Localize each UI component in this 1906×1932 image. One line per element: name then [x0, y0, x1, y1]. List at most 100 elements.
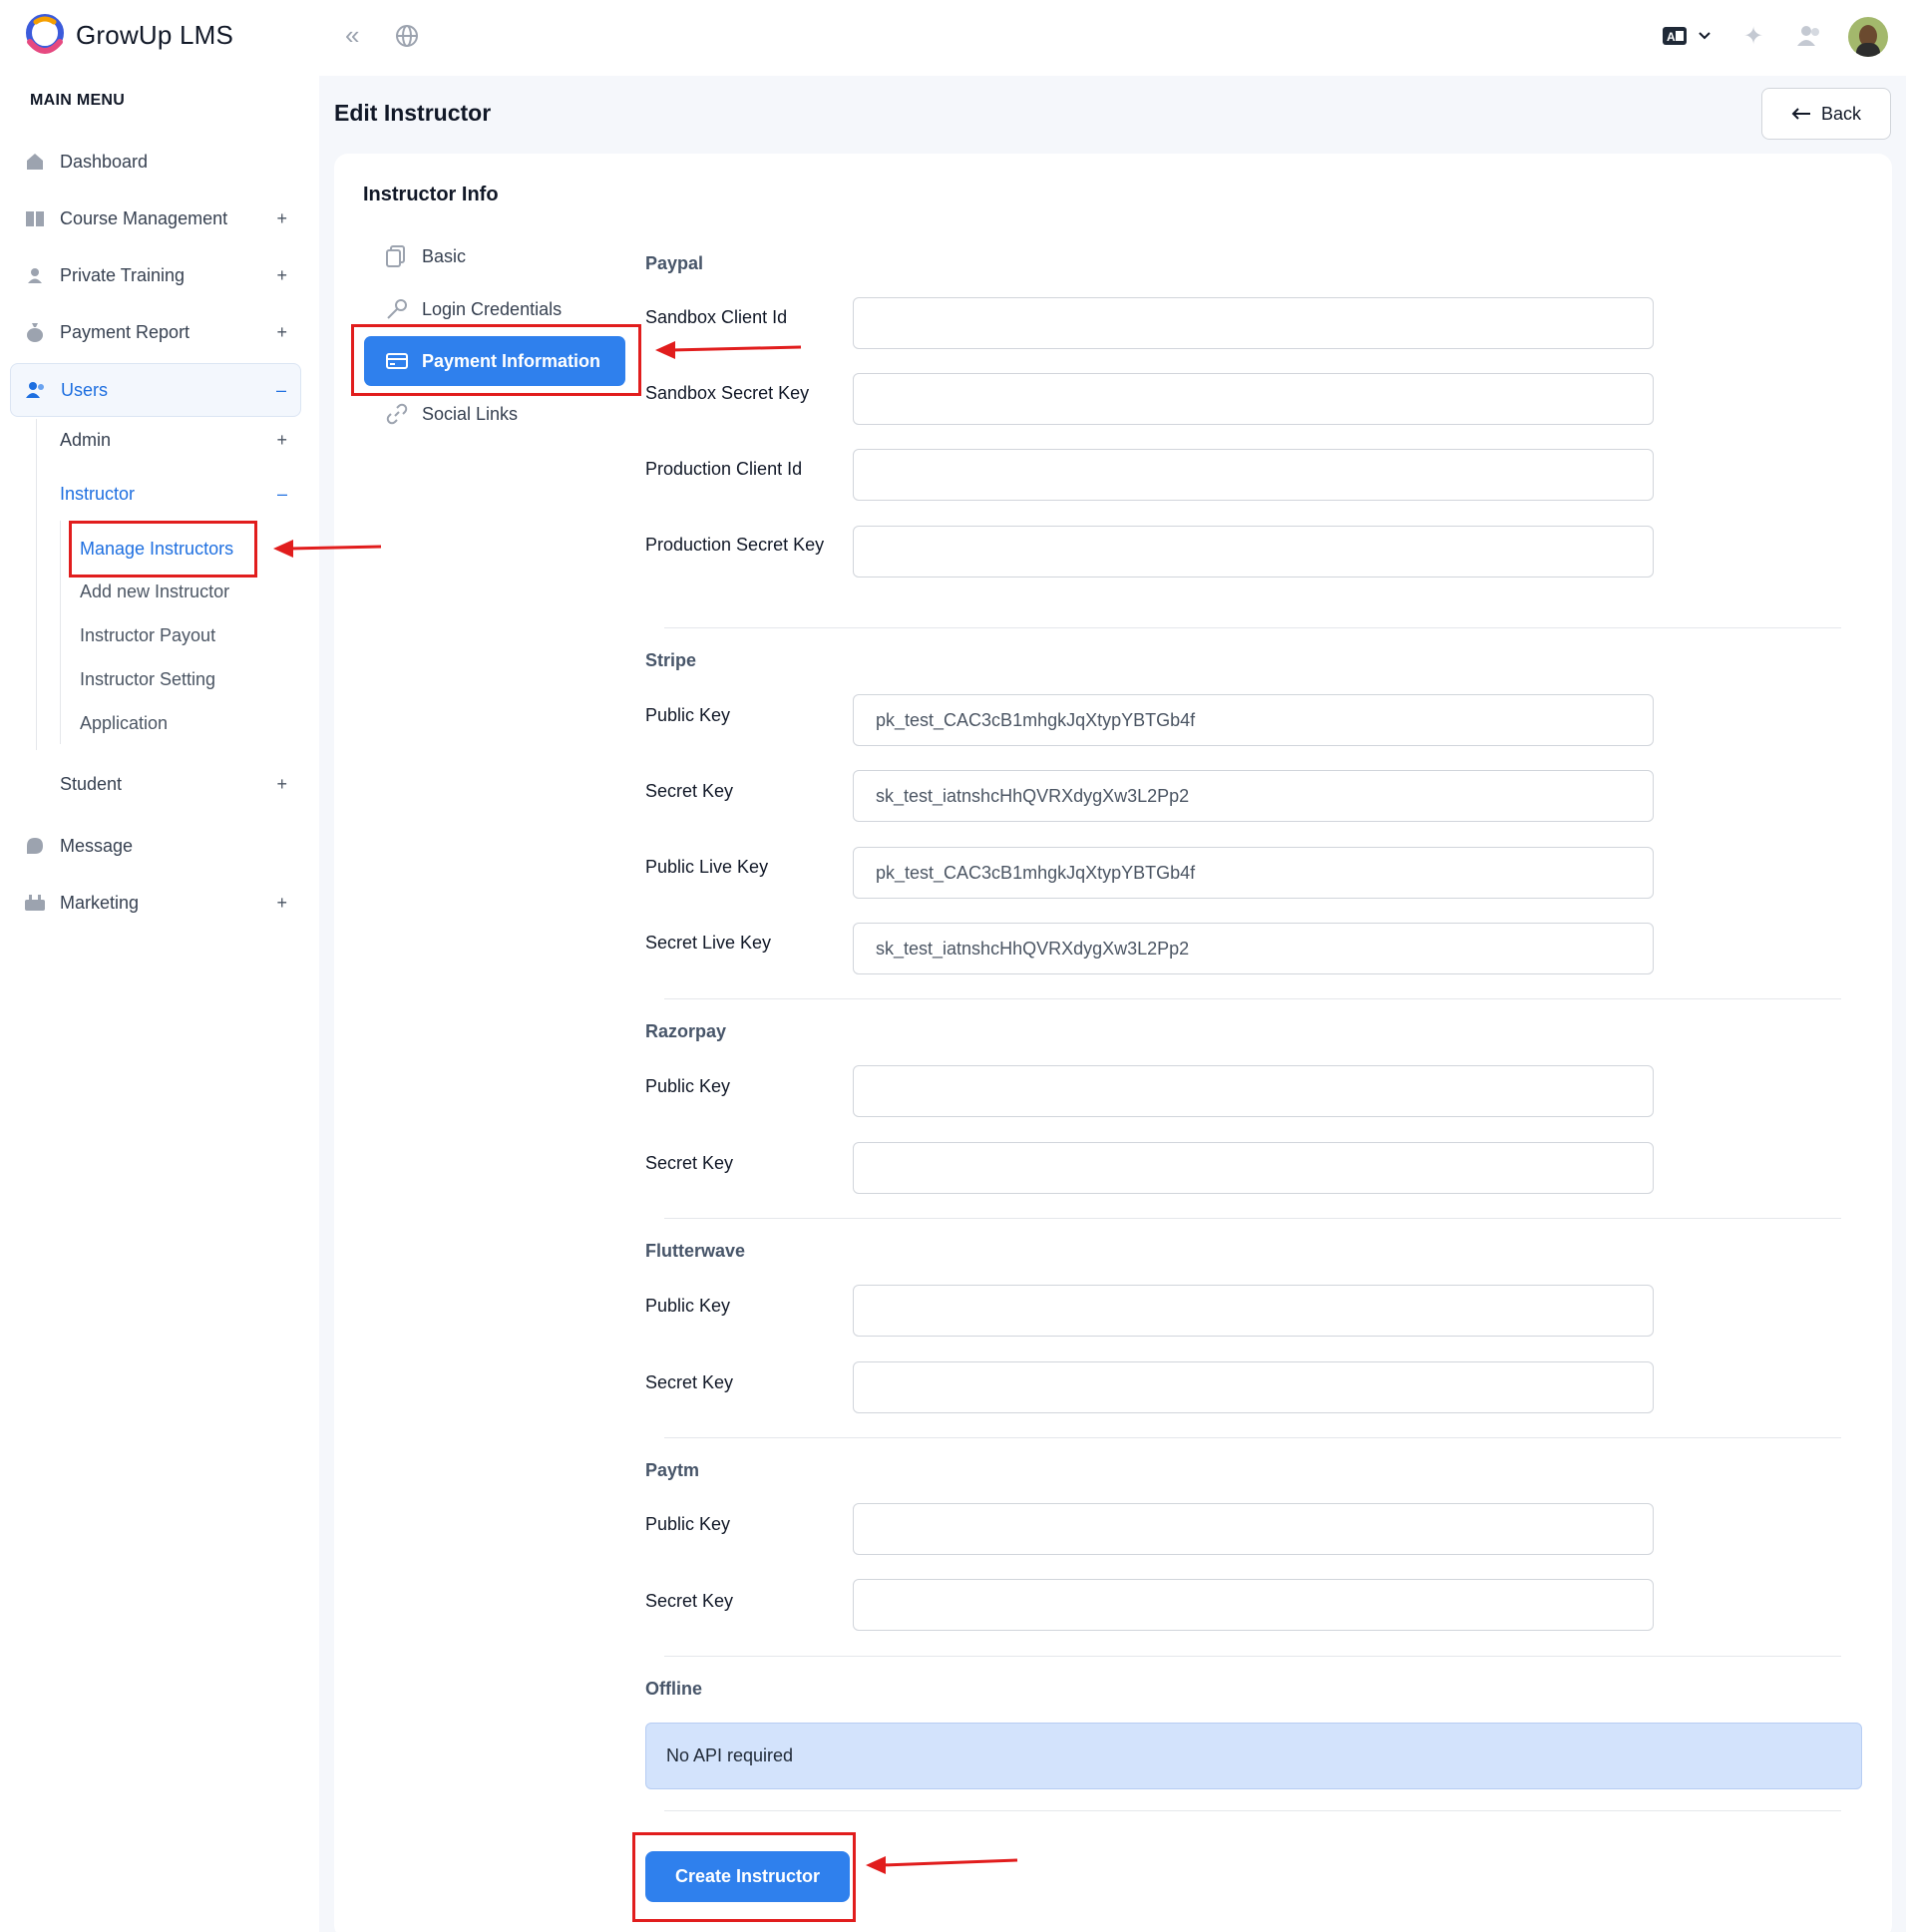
sidebar-subitem-instructor[interactable]: Instructor – — [60, 484, 299, 505]
message-icon — [24, 835, 46, 857]
logo-icon — [26, 14, 64, 54]
section-divider — [664, 998, 1841, 999]
expand-icon[interactable]: + — [276, 265, 287, 286]
sidebar-item-label: Message — [60, 835, 134, 856]
sidebar-item-marketing[interactable]: Marketing + — [10, 876, 301, 930]
collapse-sidebar-icon[interactable]: « — [345, 22, 359, 48]
expand-icon[interactable]: + — [276, 893, 287, 914]
card-title: Instructor Info — [363, 184, 499, 205]
main-menu-title: MAIN MENU — [30, 92, 126, 109]
app-name: GrowUp LMS — [76, 19, 234, 50]
razorpay-public-key-input[interactable] — [853, 1065, 1654, 1117]
money-bag-icon — [24, 321, 46, 343]
paypal-production-secret-key-input[interactable] — [853, 526, 1654, 578]
section-title-flutterwave: Flutterwave — [645, 1241, 746, 1261]
expand-icon[interactable]: + — [276, 322, 287, 343]
globe-icon[interactable] — [395, 24, 419, 48]
field-label: Sandbox Secret Key — [645, 383, 810, 403]
arrow-left-icon — [1791, 108, 1810, 120]
back-button-label: Back — [1820, 103, 1862, 124]
book-icon — [24, 207, 46, 229]
paypal-production-client-id-input[interactable] — [853, 449, 1654, 501]
sidebar-link-add-new-instructor[interactable]: Add new Instructor — [80, 581, 229, 602]
language-switcher[interactable]: A — [1662, 26, 1712, 46]
paypal-sandbox-client-id-input[interactable] — [853, 297, 1654, 349]
offline-info-alert: No API required — [645, 1723, 1862, 1789]
tab-social-links[interactable]: Social Links — [364, 389, 625, 439]
field-label: Secret Live Key — [645, 933, 772, 953]
sidebar-item-label: Private Training — [60, 264, 186, 285]
red-arrow-icon — [866, 1856, 1018, 1874]
svg-text:A: A — [1667, 30, 1676, 44]
sidebar-item-private-training[interactable]: Private Training + — [10, 248, 301, 302]
expand-icon[interactable]: + — [276, 774, 287, 795]
translate-icon: A — [1663, 27, 1687, 45]
stripe-public-live-key-input[interactable] — [853, 847, 1654, 899]
field-label: Secret Key — [645, 781, 734, 801]
sparkle-icon[interactable]: ✦ — [1743, 22, 1763, 51]
field-label: Public Key — [645, 1296, 731, 1316]
collapse-icon[interactable]: – — [276, 380, 286, 401]
field-label: Public Key — [645, 705, 731, 725]
sidebar-item-message[interactable]: Message — [10, 819, 301, 873]
section-title-razorpay: Razorpay — [645, 1021, 727, 1041]
stripe-public-key-input[interactable] — [853, 694, 1654, 746]
user-group-icon[interactable] — [1795, 24, 1823, 48]
sidebar-item-label: Users — [61, 379, 109, 400]
sidebar-subitem-admin[interactable]: Admin + — [60, 430, 299, 451]
tab-basic[interactable]: Basic — [364, 231, 625, 281]
link-icon — [386, 403, 410, 425]
highlight-box-payment-tab — [351, 324, 641, 396]
field-label: Public Key — [645, 1076, 731, 1096]
users-icon — [25, 379, 47, 401]
tab-label: Social Links — [422, 403, 519, 424]
page-title: Edit Instructor — [334, 100, 492, 126]
collapse-icon[interactable]: – — [277, 484, 287, 505]
paytm-secret-key-input[interactable] — [853, 1579, 1654, 1631]
expand-icon[interactable]: + — [276, 430, 287, 451]
section-title-paypal: Paypal — [645, 253, 704, 273]
field-label: Secret Key — [645, 1153, 734, 1173]
training-icon — [24, 264, 46, 286]
paytm-public-key-input[interactable] — [853, 1503, 1654, 1555]
tree-line — [36, 419, 37, 750]
highlight-box-manage-instructors — [69, 521, 257, 578]
tree-line — [60, 521, 61, 744]
red-arrow-icon — [273, 540, 382, 558]
back-button[interactable]: Back — [1761, 88, 1891, 140]
stripe-secret-live-key-input[interactable] — [853, 923, 1654, 974]
sidebar-item-label: Marketing — [60, 892, 140, 913]
sidebar-subitem-label: Instructor — [60, 484, 136, 504]
section-divider — [664, 627, 1841, 628]
sidebar-subitem-student[interactable]: Student + — [60, 774, 299, 795]
sidebar-item-label: Dashboard — [60, 151, 149, 172]
home-icon — [24, 151, 46, 173]
sidebar-item-course-management[interactable]: Course Management + — [10, 192, 301, 245]
sidebar-subitem-label: Admin — [60, 430, 112, 450]
paypal-sandbox-secret-key-input[interactable] — [853, 373, 1654, 425]
section-title-offline: Offline — [645, 1679, 702, 1699]
stripe-secret-key-input[interactable] — [853, 770, 1654, 822]
highlight-box-create-button — [632, 1832, 856, 1922]
offline-note: No API required — [666, 1745, 794, 1765]
sidebar-link-instructor-payout[interactable]: Instructor Payout — [80, 625, 215, 646]
sidebar-item-dashboard[interactable]: Dashboard — [10, 135, 301, 189]
field-label: Production Client Id — [645, 459, 803, 479]
field-label: Public Key — [645, 1514, 731, 1534]
sidebar-item-users[interactable]: Users – — [10, 363, 301, 417]
key-icon — [386, 298, 410, 320]
flutterwave-secret-key-input[interactable] — [853, 1361, 1654, 1413]
red-arrow-icon — [655, 341, 802, 359]
sidebar-item-label: Payment Report — [60, 321, 191, 342]
field-label: Public Live Key — [645, 857, 769, 877]
field-label: Sandbox Client Id — [645, 307, 788, 327]
razorpay-secret-key-input[interactable] — [853, 1142, 1654, 1194]
section-title-stripe: Stripe — [645, 650, 697, 670]
flutterwave-public-key-input[interactable] — [853, 1285, 1654, 1337]
sidebar-link-instructor-setting[interactable]: Instructor Setting — [80, 669, 215, 690]
sidebar-link-application[interactable]: Application — [80, 713, 168, 734]
app-logo[interactable]: GrowUp LMS — [22, 14, 233, 56]
avatar[interactable] — [1848, 17, 1888, 57]
expand-icon[interactable]: + — [276, 208, 287, 229]
sidebar-item-payment-report[interactable]: Payment Report + — [10, 305, 301, 359]
